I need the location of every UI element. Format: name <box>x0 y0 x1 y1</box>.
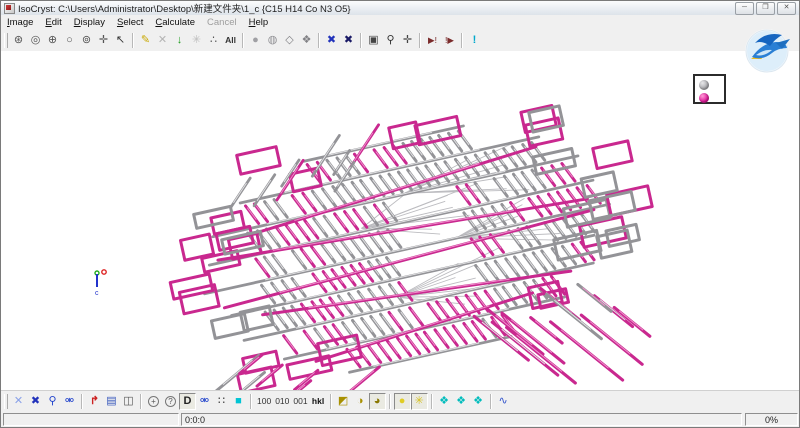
toolbar-separator <box>318 32 320 48</box>
cross-thin-icon[interactable]: ✕ <box>10 393 27 410</box>
title-bar[interactable]: IsoCryst: C:\Users\Administrator\Desktop… <box>1 1 799 16</box>
cross-highlight-icon[interactable]: ✖ <box>323 32 340 49</box>
frame-in-frame-icon[interactable]: ▣ <box>365 32 382 49</box>
toolbar-separator <box>388 394 391 409</box>
toolbar-separator <box>461 32 463 48</box>
menu-edit[interactable]: Edit <box>39 17 67 28</box>
status-progress: 0% <box>745 413 798 426</box>
atom-columns-icon[interactable]: ▤ <box>103 393 120 410</box>
maximize-button[interactable]: ❒ <box>756 2 775 15</box>
window-controls: ─ ❒ ✕ <box>735 2 796 15</box>
plane-square-icon[interactable]: ■ <box>230 393 247 410</box>
menu-help[interactable]: Help <box>243 17 275 28</box>
bond-double-icon[interactable]: ⚮ <box>61 393 78 410</box>
cross-dark-icon[interactable]: ✖ <box>340 32 357 49</box>
plane-100-button[interactable]: 100 <box>255 393 273 410</box>
circle-plus-icon[interactable]: + <box>148 396 159 407</box>
toolbar-separator <box>140 394 142 409</box>
packing-dots-icon[interactable]: ∷ <box>213 393 230 410</box>
atom-legend <box>693 74 726 104</box>
rotate-sphere-icon[interactable]: ⊛ <box>10 32 27 49</box>
toolbar-separator <box>250 394 252 409</box>
menu-cancel: Cancel <box>207 16 237 28</box>
diamond-2-icon[interactable]: ❖ <box>453 393 470 410</box>
grow-down-arrow-icon[interactable]: ↓ <box>171 32 188 49</box>
bond-angle-icon[interactable]: ⊚ <box>78 32 95 49</box>
cross-bold-icon[interactable]: ✖ <box>27 393 44 410</box>
sphere-net-icon[interactable]: ◍ <box>264 32 281 49</box>
shaded-circle-icon[interactable]: ◕ <box>368 393 386 410</box>
toolbar-grip[interactable] <box>4 32 8 48</box>
open-circle-icon[interactable]: ○ <box>61 32 78 49</box>
axes-setup-icon[interactable]: ↱ <box>86 393 103 410</box>
toolbar-separator <box>81 394 83 409</box>
yellow-sphere-icon[interactable]: ● <box>393 393 411 410</box>
status-panel-empty <box>3 413 179 426</box>
pointer-arrow-icon[interactable]: ↖ <box>112 32 129 49</box>
sphere-gray-icon[interactable]: ● <box>247 32 264 49</box>
info-exclaim-icon[interactable]: ! <box>466 32 483 49</box>
legend-atom-gray[interactable] <box>699 80 709 90</box>
translate-icon[interactable]: ✛ <box>95 32 112 49</box>
toolbar-separator <box>419 32 421 48</box>
bond-balls-icon[interactable]: ⚮ <box>196 393 213 410</box>
toolbar-separator <box>360 32 362 48</box>
run-back-icon[interactable]: !▶ <box>441 32 458 49</box>
orientation-axes-icon: c <box>94 269 107 297</box>
plane-001-button[interactable]: 001 <box>291 393 309 410</box>
polyhedron-rays-icon[interactable]: ❖ <box>298 32 315 49</box>
toolbar-grip[interactable] <box>4 394 8 409</box>
polyhedron-icon[interactable]: ◇ <box>281 32 298 49</box>
concentric-circles-icon[interactable]: ◎ <box>27 32 44 49</box>
toolbar-separator <box>430 394 433 409</box>
rays-disabled-icon[interactable]: ✳ <box>188 32 205 49</box>
view-toolbar: ✕ ✖ ⚲ ⚮ ↱ ▤ ◫ +? D ⚮ ∷ ■ 100 010 001 hkl ◩ ◑ ◕ ● ✳ ❖ ❖ ❖ ∿ <box>1 390 799 413</box>
structure-viewport[interactable] <box>1 51 800 390</box>
half-circle-icon[interactable]: ◑ <box>352 393 369 410</box>
d-mode-button[interactable]: D <box>179 393 196 410</box>
menu-select[interactable]: Select <box>111 17 149 28</box>
atom-sphere-icon[interactable]: ⊕ <box>44 32 61 49</box>
structure-canvas[interactable]: c <box>1 29 800 390</box>
toolbar-separator <box>489 394 492 409</box>
status-bar: 0:0:0 0% <box>1 411 799 427</box>
axis-c-label: c <box>95 290 99 297</box>
half-square-icon[interactable]: ◩ <box>335 393 352 410</box>
bond-single-icon[interactable]: ⚲ <box>44 393 61 410</box>
unit-cell-icon[interactable]: ◫ <box>120 393 137 410</box>
mouse-icon[interactable]: ⚲ <box>382 32 399 49</box>
delete-cross-icon[interactable]: ✕ <box>154 32 171 49</box>
bird-logo-icon <box>745 29 790 73</box>
diamond-3-icon[interactable]: ❖ <box>470 393 487 410</box>
menu-calculate[interactable]: Calculate <box>149 17 201 28</box>
toolbar-separator <box>329 394 332 409</box>
toolbar-separator <box>132 32 134 48</box>
yellow-rays-icon[interactable]: ✳ <box>410 393 428 410</box>
spectrum-curve-icon[interactable]: ∿ <box>495 393 512 410</box>
close-button[interactable]: ✕ <box>777 2 796 15</box>
legend-atom-magenta[interactable] <box>699 93 709 103</box>
select-all-button[interactable]: All <box>222 32 239 49</box>
status-cell-indices: 0:0:0 <box>181 413 742 426</box>
run-forward-icon[interactable]: ▶! <box>424 32 441 49</box>
plane-010-button[interactable]: 010 <box>273 393 291 410</box>
app-window: IsoCryst: C:\Users\Administrator\Desktop… <box>0 0 800 428</box>
plane-hkl-button[interactable]: hkl <box>310 393 327 410</box>
window-title: IsoCryst: C:\Users\Administrator\Desktop… <box>18 4 351 15</box>
dots-icon[interactable]: ∴ <box>205 32 222 49</box>
minimize-button[interactable]: ─ <box>735 2 754 15</box>
menu-bar: Image Edit Display Select Calculate Cancel Hel… <box>1 15 799 30</box>
toolbar-separator <box>242 32 244 48</box>
menu-image[interactable]: Image <box>1 17 39 28</box>
app-icon <box>4 2 15 14</box>
circle-question-icon[interactable]: ? <box>165 396 176 407</box>
main-toolbar: ⊛ ◎ ⊕ ○ ⊚ ✛ ↖ ✎ ✕ ↓ ✳ ∴ All ● ◍ ◇ ❖ ✖ ✖ ▣ ⚲ ✛ ▶! !▶! <box>1 29 799 52</box>
draw-pencil-icon[interactable]: ✎ <box>137 32 154 49</box>
crosshair-icon[interactable]: ✛ <box>399 32 416 49</box>
menu-display[interactable]: Display <box>68 17 111 28</box>
diamond-1-icon[interactable]: ❖ <box>436 393 453 410</box>
